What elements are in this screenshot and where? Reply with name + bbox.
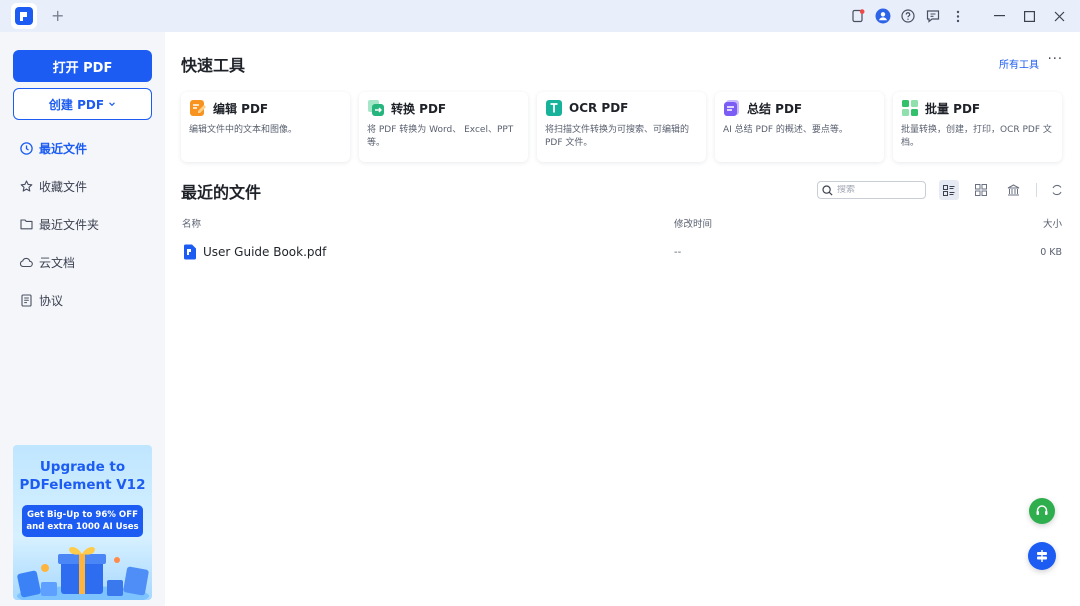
sidebar-item-label: 协议 xyxy=(39,293,64,308)
sidebar-item-label: 最近文件 xyxy=(39,141,88,156)
tool-card-title: 转换 PDF xyxy=(391,101,447,116)
toolbar-divider xyxy=(1036,183,1037,197)
tool-card-desc: 批量转换，创建，打印，OCR PDF 文档。 xyxy=(901,125,1052,148)
notification-icon[interactable] xyxy=(845,0,870,32)
table-row[interactable]: User Guide Book.pdf -- 0 KB xyxy=(181,241,1062,263)
search-input[interactable] xyxy=(837,185,917,195)
column-header-name[interactable]: 名称 xyxy=(182,216,201,230)
ocr-pdf-icon xyxy=(546,100,562,116)
maximize-icon[interactable] xyxy=(1014,0,1044,32)
close-icon[interactable] xyxy=(1044,0,1074,32)
more-options-button[interactable]: ··· xyxy=(1048,52,1063,67)
sidebar-item-cloud-documents[interactable]: 云文档 xyxy=(0,243,165,281)
tool-card-desc: 将扫描文件转换为可搜索、可编辑的 PDF 文件。 xyxy=(545,125,690,148)
tool-card-batch-pdf[interactable]: 批量 PDF 批量转换，创建，打印，OCR PDF 文档。 xyxy=(893,92,1062,162)
promo-offer-line2: and extra 1000 AI Uses xyxy=(26,522,139,532)
app-home-tab[interactable] xyxy=(11,3,37,29)
edit-pdf-icon xyxy=(190,100,206,116)
search-icon xyxy=(822,184,833,196)
sidebar-item-agreements[interactable]: 协议 xyxy=(0,281,165,319)
summarize-pdf-icon xyxy=(724,100,739,116)
tool-card-edit-pdf[interactable]: 编辑 PDF 编辑文件中的文本和图像。 xyxy=(181,92,350,162)
main-content: 快速工具 所有工具 ··· 编辑 PDF 编辑文件中的文本和图像。 转换 PDF… xyxy=(165,32,1080,606)
building-icon xyxy=(1007,184,1019,196)
chevron-down-icon xyxy=(109,102,115,107)
refresh-icon xyxy=(1052,184,1062,196)
grid-view-button[interactable] xyxy=(971,180,991,200)
title-bar: + xyxy=(0,0,1080,32)
sidebar-item-favorites[interactable]: 收藏文件 xyxy=(0,167,165,205)
star-icon xyxy=(19,179,33,193)
column-header-modified[interactable]: 修改时间 xyxy=(674,216,712,230)
folder-icon xyxy=(19,217,33,231)
new-tab-button[interactable]: + xyxy=(51,8,64,24)
grid-view-icon xyxy=(975,184,987,196)
tool-card-desc: 编辑文件中的文本和图像。 xyxy=(189,125,298,135)
more-vertical-icon[interactable] xyxy=(945,0,970,32)
pdf-file-icon xyxy=(184,244,196,260)
customer-support-button[interactable] xyxy=(1029,498,1055,524)
tool-card-title: 编辑 PDF xyxy=(213,101,269,116)
recent-files-title: 最近的文件 xyxy=(181,183,262,202)
create-pdf-label: 创建 PDF xyxy=(48,97,105,112)
archive-view-button[interactable] xyxy=(1003,180,1023,200)
open-pdf-button[interactable]: 打开 PDF xyxy=(13,50,152,82)
tool-card-title: 批量 PDF xyxy=(925,101,981,116)
list-view-button[interactable] xyxy=(939,180,959,200)
sidebar-item-label: 最近文件夹 xyxy=(39,217,100,232)
minimize-icon[interactable] xyxy=(984,0,1014,32)
promo-offer-badge: Get Big-Up to 96% OFF and extra 1000 AI … xyxy=(22,505,143,537)
quick-tools-title: 快速工具 xyxy=(181,56,246,75)
file-size: 0 KB xyxy=(1040,246,1062,258)
tools-panel-button[interactable] xyxy=(1028,542,1056,570)
pdfelement-logo-icon xyxy=(15,7,33,25)
clock-icon xyxy=(19,141,33,155)
promo-offer-line1: Get Big-Up to 96% OFF xyxy=(27,510,138,520)
signpost-icon xyxy=(1037,550,1047,562)
promo-title-line1: Upgrade to xyxy=(39,459,126,475)
file-name: User Guide Book.pdf xyxy=(203,245,327,259)
quick-tools-cards: 编辑 PDF 编辑文件中的文本和图像。 转换 PDF 将 PDF 转换为 Wor… xyxy=(181,92,1062,162)
help-icon[interactable] xyxy=(895,0,920,32)
tool-card-convert-pdf[interactable]: 转换 PDF 将 PDF 转换为 Word、 Excel、PPT等。 xyxy=(359,92,528,162)
sidebar-item-recent-files[interactable]: 最近文件 xyxy=(0,129,165,167)
tool-card-title: 总结 PDF xyxy=(747,101,803,116)
promo-title-line2: PDFelement V12 xyxy=(19,477,146,493)
batch-pdf-icon xyxy=(902,100,918,116)
gift-box-illustration xyxy=(17,547,149,600)
file-modified: -- xyxy=(674,246,682,258)
list-view-icon xyxy=(943,184,955,196)
sidebar-item-label: 收藏文件 xyxy=(39,179,88,194)
column-header-size[interactable]: 大小 xyxy=(1043,216,1062,230)
sidebar-item-recent-folders[interactable]: 最近文件夹 xyxy=(0,205,165,243)
document-icon xyxy=(19,293,33,307)
cloud-icon xyxy=(19,255,33,269)
refresh-button[interactable] xyxy=(1047,180,1067,200)
upgrade-promo-banner[interactable]: Upgrade to PDFelement V12 Get Big-Up to … xyxy=(13,445,152,600)
account-icon[interactable] xyxy=(870,0,895,32)
promo-title: Upgrade to PDFelement V12 xyxy=(13,458,152,494)
search-box[interactable] xyxy=(817,181,926,199)
create-pdf-button[interactable]: 创建 PDF xyxy=(13,88,152,120)
sidebar-item-label: 云文档 xyxy=(39,255,76,270)
tool-card-desc: AI 总结 PDF 的概述、要点等。 xyxy=(723,125,848,135)
tool-card-summarize-pdf[interactable]: 总结 PDF AI 总结 PDF 的概述、要点等。 xyxy=(715,92,884,162)
sidebar: 打开 PDF 创建 PDF 最近文件 收藏文件 最近文件夹 云文档 协议 Upg… xyxy=(0,32,165,606)
all-tools-link[interactable]: 所有工具 xyxy=(999,56,1039,71)
sidebar-nav: 最近文件 收藏文件 最近文件夹 云文档 协议 xyxy=(0,129,165,319)
tool-card-desc: 将 PDF 转换为 Word、 Excel、PPT等。 xyxy=(367,125,514,148)
tool-card-ocr-pdf[interactable]: OCR PDF 将扫描文件转换为可搜索、可编辑的 PDF 文件。 xyxy=(537,92,706,162)
convert-pdf-icon xyxy=(368,100,384,116)
feedback-icon[interactable] xyxy=(920,0,945,32)
tool-card-title: OCR PDF xyxy=(569,101,629,115)
headset-icon xyxy=(1036,505,1048,515)
